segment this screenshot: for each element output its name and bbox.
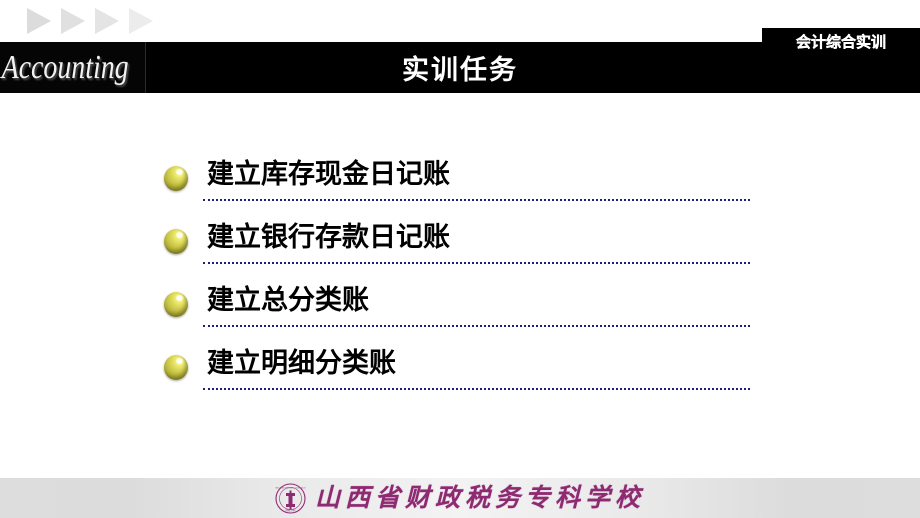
slide-footer: SHANXI FINANCE COLLEGE 财税专科 山西省财政税务专科学校 (0, 478, 920, 518)
course-badge-label: 会计综合实训 (795, 33, 886, 51)
list-item[interactable]: 建立总分类账 (164, 278, 764, 341)
gold-sphere-bullet-icon (164, 355, 188, 380)
svg-text:财税专科: 财税专科 (285, 508, 296, 512)
list-item-underline (203, 262, 750, 264)
list-item-label: 建立库存现金日记账 (207, 159, 450, 189)
play-triangle-icon (27, 8, 51, 34)
slide-canvas: 会计综合实训 Accounting 实训任务 建立库存现金日记账 建立银行存款日… (0, 0, 920, 518)
list-item-label: 建立明细分类账 (207, 348, 396, 378)
list-item-label: 建立银行存款日记账 (207, 222, 450, 252)
school-seal-icon: SHANXI FINANCE COLLEGE 财税专科 (275, 482, 306, 514)
course-badge: 会计综合实训 (762, 28, 920, 56)
list-item-underline (203, 388, 750, 390)
play-triangle-icon (95, 8, 119, 34)
list-item[interactable]: 建立银行存款日记账 (164, 215, 764, 278)
list-item-underline (203, 199, 750, 201)
gold-sphere-bullet-icon (164, 229, 188, 254)
list-item[interactable]: 建立库存现金日记账 (164, 152, 764, 215)
list-item-label: 建立总分类账 (207, 285, 369, 315)
play-triangle-icon (61, 8, 85, 34)
chevron-arrow-decoration (27, 8, 153, 34)
svg-text:SHANXI FINANCE COLLEGE: SHANXI FINANCE COLLEGE (275, 486, 306, 489)
task-list: 建立库存现金日记账 建立银行存款日记账 建立总分类账 建立明细分类账 (164, 152, 764, 404)
play-triangle-icon (129, 8, 153, 34)
accounting-logo-text: Accounting (1, 48, 129, 86)
list-item-underline (203, 325, 750, 327)
school-name-text: 山西省财政税务专科学校 (314, 484, 645, 512)
list-item[interactable]: 建立明细分类账 (164, 341, 764, 404)
gold-sphere-bullet-icon (164, 292, 188, 317)
gold-sphere-bullet-icon (164, 166, 188, 191)
accounting-logo: Accounting (0, 42, 146, 93)
